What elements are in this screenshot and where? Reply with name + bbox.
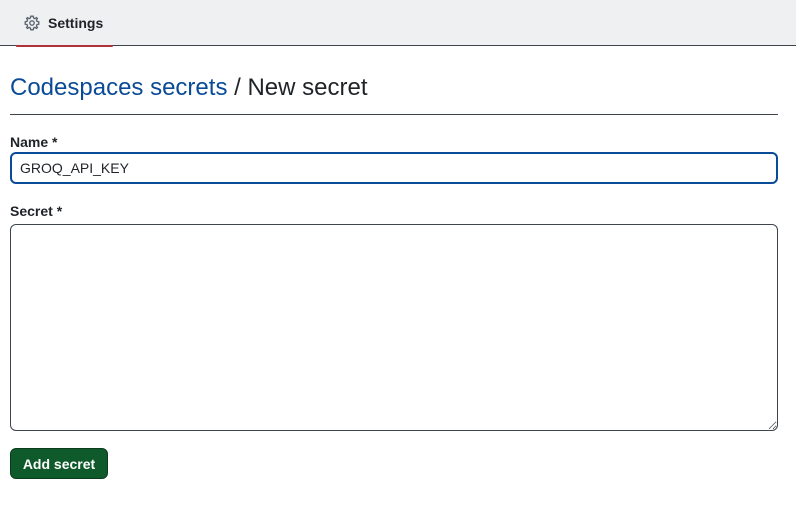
secret-textarea[interactable]: [10, 224, 778, 431]
breadcrumb-current: New secret: [247, 74, 368, 101]
secret-field-label: Secret *: [10, 203, 63, 219]
tab-settings[interactable]: Settings: [16, 0, 113, 47]
add-secret-button[interactable]: Add secret: [10, 448, 108, 479]
breadcrumb-separator: /: [234, 74, 241, 101]
tab-settings-label: Settings: [48, 15, 104, 31]
name-field-label: Name *: [10, 134, 58, 150]
gear-icon: [24, 15, 40, 31]
active-tab-indicator: [16, 45, 113, 47]
top-navigation-bar: Settings: [0, 0, 796, 47]
breadcrumb-codespaces-secrets-link[interactable]: Codespaces secrets: [10, 74, 227, 101]
name-input[interactable]: [10, 152, 778, 184]
page-title: Codespaces secrets / New secret: [10, 74, 778, 115]
